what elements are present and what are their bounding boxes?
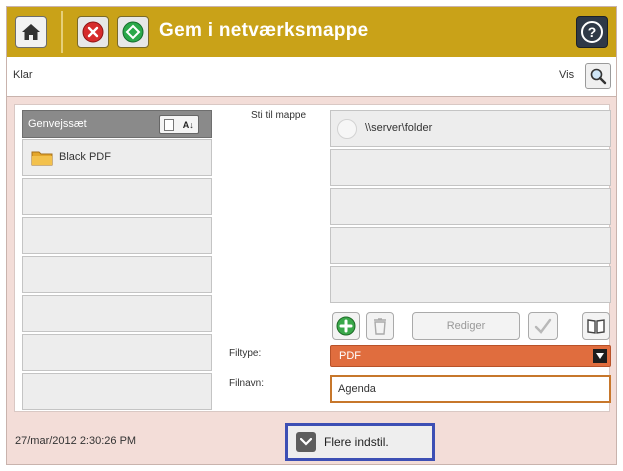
edit-button[interactable]: Rediger bbox=[412, 312, 520, 340]
destination-item-empty[interactable] bbox=[330, 227, 611, 264]
shortcut-list: Black PDF bbox=[22, 139, 212, 412]
trash-icon bbox=[374, 318, 386, 335]
sort-button[interactable]: A↓ bbox=[159, 115, 199, 134]
view-button[interactable] bbox=[585, 63, 611, 89]
plus-icon bbox=[336, 316, 356, 336]
destination-item-empty[interactable] bbox=[330, 266, 611, 303]
delete-button[interactable] bbox=[366, 312, 394, 340]
filename-label: Filnavn: bbox=[229, 378, 265, 389]
page-title: Gem i netværksmappe bbox=[159, 20, 369, 41]
view-label: Vis bbox=[559, 69, 575, 81]
checkbox-icon bbox=[164, 118, 175, 131]
status-text: Klar bbox=[13, 69, 33, 81]
destination-item-empty[interactable] bbox=[330, 188, 611, 225]
filetype-select[interactable]: PDF bbox=[330, 345, 611, 367]
help-icon: ? bbox=[581, 21, 603, 43]
stop-button[interactable] bbox=[77, 16, 109, 48]
header-separator bbox=[61, 11, 63, 53]
header-bar: Gem i netværksmappe ? bbox=[7, 7, 616, 57]
status-bar: Klar Vis bbox=[7, 57, 616, 97]
more-options-button[interactable]: Flere indstil. bbox=[285, 423, 435, 461]
destination-item-empty[interactable] bbox=[330, 149, 611, 186]
home-button[interactable] bbox=[15, 16, 47, 48]
checkmark-icon bbox=[534, 318, 552, 334]
svg-text:?: ? bbox=[588, 24, 597, 40]
start-icon bbox=[122, 21, 144, 43]
device-screen: Gem i netværksmappe ? Klar Vis Genvejssæ… bbox=[6, 6, 617, 465]
folder-icon bbox=[31, 151, 53, 166]
radio-button[interactable] bbox=[337, 119, 357, 139]
shortcut-item-empty[interactable] bbox=[22, 178, 212, 215]
shortcut-item-black-pdf[interactable]: Black PDF bbox=[22, 139, 212, 176]
shortcut-item-empty[interactable] bbox=[22, 256, 212, 293]
confirm-button[interactable] bbox=[528, 312, 558, 340]
chevron-down-icon bbox=[296, 432, 316, 452]
help-button[interactable]: ? bbox=[576, 16, 608, 48]
stop-icon bbox=[82, 21, 104, 43]
destination-toolbar: Rediger bbox=[330, 312, 611, 342]
filetype-value: PDF bbox=[339, 350, 361, 362]
shortcut-title: Genvejssæt bbox=[28, 118, 87, 130]
timestamp: 27/mar/2012 2:30:26 PM bbox=[15, 435, 137, 447]
shortcut-item-empty[interactable] bbox=[22, 217, 212, 254]
more-options-label: Flere indstil. bbox=[324, 435, 389, 449]
shortcut-item-label: Black PDF bbox=[59, 151, 111, 163]
main-panel: Genvejssæt A↓ Black PDF Sti til mappe \\… bbox=[14, 104, 611, 412]
shortcut-header: Genvejssæt A↓ bbox=[22, 110, 212, 138]
sort-az-icon: A↓ bbox=[182, 119, 194, 130]
filename-input[interactable] bbox=[330, 375, 611, 403]
address-book-button[interactable] bbox=[582, 312, 610, 340]
destination-label: Sti til mappe bbox=[251, 110, 307, 121]
shortcut-item-empty[interactable] bbox=[22, 373, 212, 410]
destination-item[interactable]: \\server\folder bbox=[330, 110, 611, 147]
destination-item-label: \\server\folder bbox=[365, 122, 433, 134]
start-button[interactable] bbox=[117, 16, 149, 48]
home-icon bbox=[22, 24, 40, 40]
shortcut-item-empty[interactable] bbox=[22, 295, 212, 332]
magnifier-icon bbox=[590, 68, 607, 85]
destination-list: \\server\folder bbox=[330, 110, 611, 305]
filetype-label: Filtype: bbox=[229, 348, 262, 359]
shortcut-item-empty[interactable] bbox=[22, 334, 212, 371]
chevron-down-icon bbox=[593, 349, 607, 363]
add-button[interactable] bbox=[332, 312, 360, 340]
book-icon bbox=[587, 319, 605, 334]
